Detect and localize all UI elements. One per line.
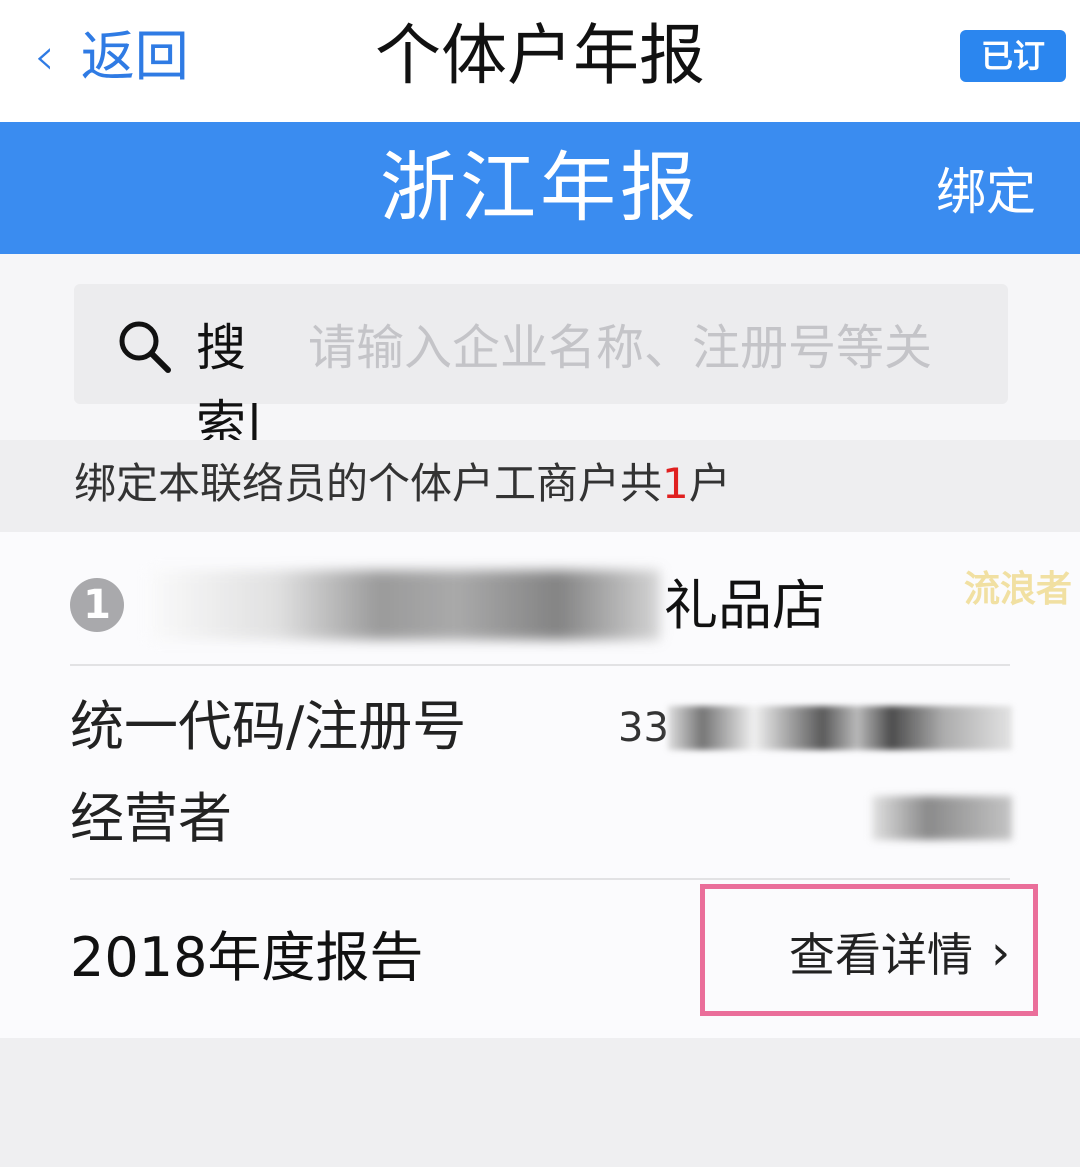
index-badge: 1 (70, 578, 124, 632)
search-input[interactable] (306, 312, 1000, 384)
operator-label: 经营者 (70, 787, 232, 850)
view-details-button[interactable]: 查看详情 › (700, 884, 1038, 1016)
summary-text: 绑定本联络员的个体户工商户共1户 (74, 456, 731, 512)
summary-prefix: 绑定本联络员的个体户工商户共 (74, 459, 663, 508)
top-nav-bar: ‹ 返回 个体户年报 已订 (0, 0, 1080, 122)
search-section: 搜索| (0, 254, 1080, 453)
page-title: 个体户年报 (375, 17, 705, 94)
code-value: 33 (618, 705, 669, 751)
view-details-label: 查看详情 (789, 928, 973, 982)
watermark: 流浪者 (963, 569, 1072, 610)
code-label: 统一代码/注册号 (70, 695, 467, 758)
redacted-shop-name (150, 570, 660, 640)
chevron-right-icon: › (991, 925, 1011, 981)
report-title: 2018年度报告 (70, 926, 424, 989)
subscribed-button[interactable]: 已订 (960, 30, 1066, 82)
business-card: 1 礼品店 流浪者 统一代码/注册号 33 经营者 2018年度报告 查看详情 … (0, 532, 1080, 1038)
summary-count: 1 (662, 459, 689, 508)
page-background (0, 1038, 1080, 1167)
bind-button[interactable]: 绑定 (936, 122, 1036, 254)
divider (70, 664, 1010, 666)
redacted-code (668, 706, 1012, 750)
redacted-operator (872, 796, 1012, 840)
search-bar[interactable]: 搜索| (74, 284, 1008, 453)
summary-suffix: 户 (688, 459, 731, 508)
header-title: 浙江年报 (380, 143, 700, 232)
binding-summary: 绑定本联络员的个体户工商户共1户 (0, 440, 1080, 532)
divider (70, 878, 1010, 880)
shop-name: 礼品店 (664, 574, 826, 637)
app-header: 浙江年报 绑定 (0, 122, 1080, 254)
